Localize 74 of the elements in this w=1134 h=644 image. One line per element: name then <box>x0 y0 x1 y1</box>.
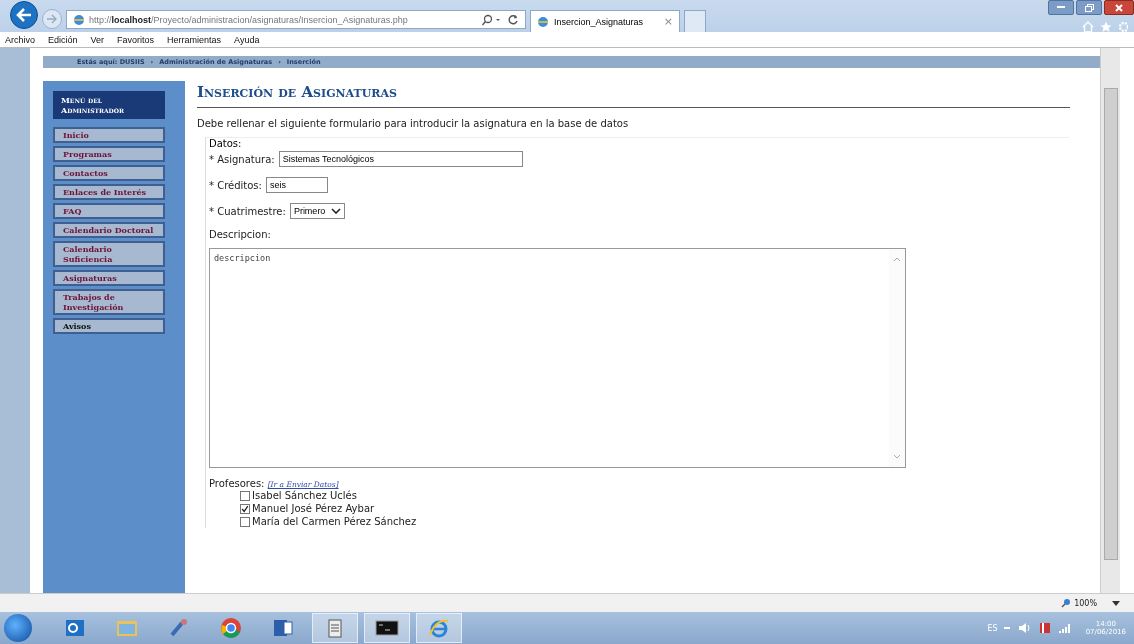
sidebar-item[interactable]: Asignaturas <box>53 270 165 286</box>
taskbar-icon[interactable] <box>364 613 410 643</box>
sidebar-item[interactable]: Avisos <box>53 318 165 334</box>
browser-tab[interactable]: Insercion_Asignaturas × <box>530 10 680 32</box>
zoom-icon <box>1061 598 1072 608</box>
speaker-icon[interactable] <box>1017 622 1032 634</box>
terminal-icon <box>375 619 399 637</box>
checkbox[interactable] <box>240 516 250 527</box>
tools-icon <box>168 617 190 639</box>
page-icon <box>73 13 85 26</box>
sidebar-item[interactable]: Calendario Doctoral <box>53 222 165 238</box>
restore-button[interactable] <box>1076 0 1102 15</box>
refresh-icon[interactable] <box>507 13 519 26</box>
checkbox-label: María del Carmen Pérez Sánchez <box>252 516 417 527</box>
sidebar-item[interactable]: Calendario Suficiencia <box>53 241 165 267</box>
forward-button[interactable] <box>42 9 62 29</box>
creditos-field[interactable]: seis <box>265 177 328 193</box>
field-label: Descripcion: <box>209 229 271 240</box>
checkbox[interactable] <box>240 503 250 514</box>
minimize-icon <box>1057 6 1065 9</box>
back-button[interactable] <box>10 1 38 29</box>
zoom-level[interactable]: 100% <box>1074 598 1097 608</box>
menu-item[interactable]: Ver <box>90 34 105 45</box>
form-legend: Datos: <box>209 138 1069 149</box>
descripcion-textarea[interactable]: descripcion <box>209 248 906 468</box>
asignatura-field[interactable]: Sistemas Tecnológicos <box>278 151 523 167</box>
start-button[interactable] <box>4 614 32 642</box>
document-app-icon <box>272 617 294 639</box>
page-icon <box>537 15 549 28</box>
address-bar[interactable]: http://localhost/Proyecto/administracion/asignaturas/Insercion_Asignaturas.php <box>66 10 526 29</box>
menu-item[interactable]: Ayuda <box>234 34 260 45</box>
close-tab-button[interactable]: × <box>663 15 673 28</box>
restore-icon <box>1084 3 1094 12</box>
url-text: http://localhost/Proyecto/administracion/asignaturas/Insercion_Asignaturas.php <box>89 14 409 25</box>
caret-icon[interactable] <box>1112 600 1120 606</box>
close-icon <box>1115 3 1123 12</box>
field-label: Profesores: <box>209 478 265 489</box>
signal-icon[interactable] <box>1057 622 1072 634</box>
star-icon[interactable] <box>1100 21 1112 33</box>
sidebar-item[interactable]: Programas <box>53 146 165 162</box>
minimize-button[interactable] <box>1048 0 1074 15</box>
menu-item[interactable]: Favoritos <box>117 34 155 45</box>
menu-item[interactable]: Archivo <box>5 34 35 45</box>
menu-item[interactable]: Edición <box>48 34 78 45</box>
chevron-down-icon <box>331 208 342 214</box>
checkbox-label: Manuel José Pérez Aybar <box>252 503 375 514</box>
scrollbar[interactable] <box>889 249 905 467</box>
scrollbar[interactable] <box>1100 48 1120 593</box>
arrow-right-icon <box>46 14 58 24</box>
menu-item[interactable]: Herramientas <box>167 34 222 45</box>
web-browser-icon <box>428 617 450 639</box>
chevron-down-icon[interactable] <box>893 454 901 459</box>
chevron-up-icon[interactable] <box>893 257 901 262</box>
new-tab-button[interactable] <box>684 10 706 32</box>
sidebar-item[interactable]: FAQ <box>53 203 165 219</box>
close-button[interactable] <box>1104 0 1134 15</box>
search-icon[interactable] <box>481 13 503 26</box>
checkbox[interactable] <box>240 490 250 501</box>
mail-app-icon <box>64 617 86 639</box>
field-label: * Cuatrimestre: <box>209 205 286 217</box>
sidebar-item[interactable]: Trabajos de Investigación <box>53 289 165 315</box>
flag-icon[interactable] <box>1037 621 1052 635</box>
cuatrimestre-dropdown[interactable]: Primero <box>289 203 346 219</box>
intro-text: Debe rellenar el siguiente formulario para introducir la asignatura en la base de datos <box>197 118 630 129</box>
sidebar-item[interactable]: Inicio <box>53 127 165 143</box>
page-title: Inserción de Asignaturas <box>197 83 398 101</box>
browser-icon <box>220 617 242 639</box>
checkbox-label: Isabel Sánchez Uclés <box>252 490 357 501</box>
arrow-left-icon <box>16 8 32 22</box>
sidebar-item[interactable]: Enlaces de Interés <box>53 184 165 200</box>
field-label: * Créditos: <box>209 179 262 191</box>
sidebar-item[interactable]: Contactos <box>53 165 165 181</box>
field-label: * Asignatura: <box>209 153 275 165</box>
sidebar-title: Menú del Administrador <box>53 91 165 119</box>
